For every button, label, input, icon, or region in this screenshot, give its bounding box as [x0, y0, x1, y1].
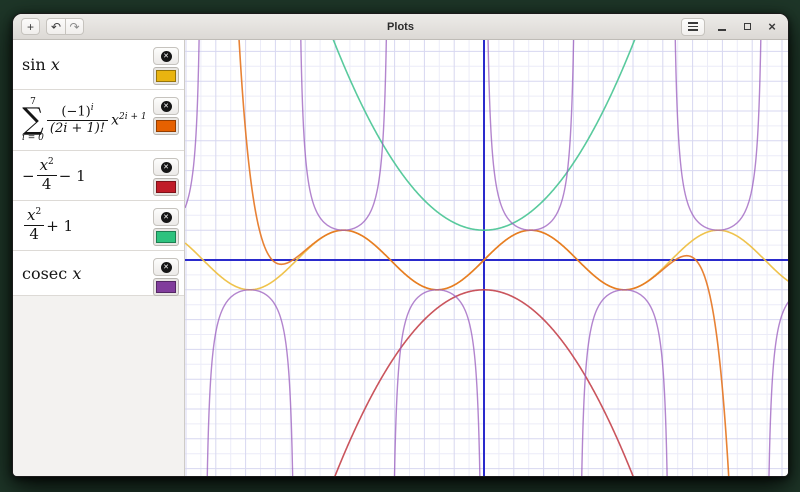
equation-formula[interactable]: x2 4 + 1 — [22, 208, 152, 243]
color-swatch-button[interactable] — [153, 178, 179, 196]
maximize-icon — [744, 23, 751, 30]
plus-icon: + — [27, 21, 34, 33]
remove-icon: ✕ — [161, 212, 172, 223]
color-swatch — [156, 70, 176, 82]
delete-equation-button[interactable]: ✕ — [153, 158, 179, 176]
color-swatch — [156, 281, 176, 293]
color-swatch — [156, 181, 176, 193]
window-content: sin x ✕ 7 ∑ i = 0 — [13, 40, 788, 476]
minimize-button[interactable] — [714, 19, 730, 35]
color-swatch — [156, 231, 176, 243]
delete-equation-button[interactable]: ✕ — [153, 258, 179, 276]
remove-icon: ✕ — [161, 262, 172, 273]
color-swatch-button[interactable] — [153, 228, 179, 246]
equation-formula[interactable]: cosec x — [22, 264, 152, 283]
color-swatch-button[interactable] — [153, 67, 179, 85]
color-swatch-button[interactable] — [153, 117, 179, 135]
equation-row-pos-parabola[interactable]: x2 4 + 1 ✕ — [13, 201, 184, 251]
remove-icon: ✕ — [161, 101, 172, 112]
window-title: Plots — [13, 21, 788, 33]
sigma-symbol: ∑ — [22, 107, 43, 133]
color-swatch — [156, 120, 176, 132]
menu-button[interactable] — [681, 18, 705, 36]
equation-formula[interactable]: − x2 4 − 1 — [22, 158, 152, 193]
close-icon: × — [768, 20, 776, 33]
color-swatch-button[interactable] — [153, 278, 179, 296]
maximize-button[interactable] — [739, 19, 755, 35]
close-button[interactable]: × — [764, 19, 780, 35]
delete-equation-button[interactable]: ✕ — [153, 97, 179, 115]
delete-equation-button[interactable]: ✕ — [153, 208, 179, 226]
redo-button[interactable]: ↷ — [65, 18, 84, 35]
plot-area[interactable] — [185, 40, 788, 476]
equation-sidebar: sin x ✕ 7 ∑ i = 0 — [13, 40, 185, 476]
remove-icon: ✕ — [161, 162, 172, 173]
equation-formula[interactable]: 7 ∑ i = 0 (−1)i (2i + 1)! x2i + 1 — [22, 97, 152, 143]
equation-row-sin[interactable]: sin x ✕ — [13, 40, 184, 90]
undo-button[interactable]: ↶ — [46, 18, 65, 35]
minimize-icon — [718, 29, 726, 31]
equation-row-neg-parabola[interactable]: − x2 4 − 1 ✕ — [13, 151, 184, 201]
plot-canvas[interactable] — [185, 40, 789, 477]
undo-icon: ↶ — [51, 21, 61, 33]
delete-equation-button[interactable]: ✕ — [153, 47, 179, 65]
titlebar[interactable]: + ↶ ↷ Plots × — [13, 14, 788, 40]
plots-window: + ↶ ↷ Plots × — [12, 13, 789, 477]
equation-row-cosec[interactable]: cosec x ✕ — [13, 251, 184, 296]
equation-formula[interactable]: sin x — [22, 55, 152, 74]
redo-icon: ↷ — [69, 21, 79, 33]
equation-row-taylor[interactable]: 7 ∑ i = 0 (−1)i (2i + 1)! x2i + 1 ✕ — [13, 90, 184, 151]
remove-icon: ✕ — [161, 51, 172, 62]
hamburger-icon — [688, 22, 698, 24]
add-equation-button[interactable]: + — [21, 18, 40, 35]
